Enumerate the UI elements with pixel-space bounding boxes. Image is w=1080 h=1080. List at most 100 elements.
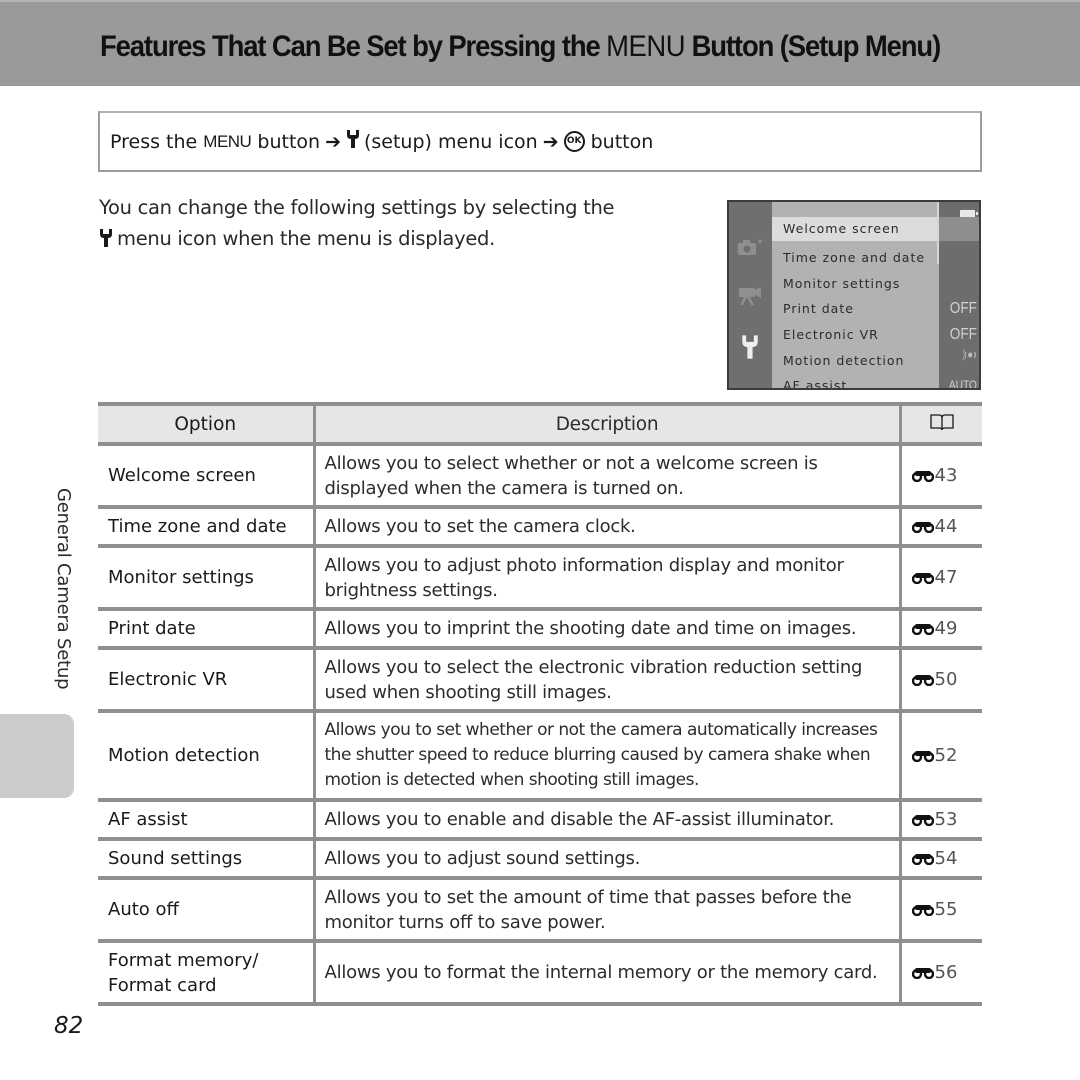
screen-menu-list: Welcome screen Time zone and date Monito… <box>772 202 939 388</box>
screen-value-af-assist: AUTO <box>948 378 977 390</box>
table-row: Sound settings Allows you to adjust soun… <box>98 837 982 880</box>
movie-icon <box>737 286 765 310</box>
option-name: AF assist <box>98 798 316 841</box>
option-name: Format memory/ Format card <box>98 939 316 1006</box>
wrench-icon <box>99 225 113 256</box>
section-side-label: General Camera Setup <box>53 488 74 690</box>
table-row: AF assist Allows you to enable and disab… <box>98 798 982 841</box>
option-description: Allows you to adjust sound settings. <box>314 837 902 880</box>
reference-page: 44 <box>934 515 958 537</box>
reference-page: 49 <box>934 617 958 639</box>
screen-menu-item: Electronic VR <box>783 327 879 342</box>
screen-menu-item: Time zone and date <box>783 250 926 265</box>
reference-page: 43 <box>934 464 958 486</box>
option-description: Allows you to set whether or not the cam… <box>314 709 902 802</box>
screen-value-print-date: OFF <box>949 300 977 317</box>
reference-cell: 43 <box>900 442 982 509</box>
page-title: Features That Can Be Set by Pressing the… <box>100 30 941 64</box>
reference-cell: 50 <box>900 646 982 713</box>
menu-button-label: MENU <box>203 131 252 151</box>
binoculars-icon <box>911 847 934 872</box>
reference-cell: 55 <box>900 876 982 943</box>
reference-cell: 47 <box>900 544 982 611</box>
binoculars-icon <box>911 566 934 591</box>
screen-menu-item: Motion detection <box>783 353 905 368</box>
option-name: Motion detection <box>98 709 316 802</box>
option-name: Auto off <box>98 876 316 943</box>
wrench-icon <box>741 334 759 364</box>
option-description: Allows you to adjust photo information d… <box>314 544 902 611</box>
option-name: Monitor settings <box>98 544 316 611</box>
table-row: Motion detection Allows you to set wheth… <box>98 709 982 802</box>
title-text-start: Features That Can Be Set by Pressing the <box>100 30 607 63</box>
screen-menu-item: Monitor settings <box>783 276 901 291</box>
screen-menu-tabs <box>729 202 772 388</box>
table-row: Monitor settings Allows you to adjust ph… <box>98 544 982 611</box>
reference-page: 54 <box>934 847 958 869</box>
screen-menu-item: AF assist <box>783 378 848 390</box>
procedure-press-the: Press the <box>110 130 198 153</box>
wrench-icon <box>346 130 360 153</box>
reference-cell: 54 <box>900 837 982 880</box>
option-description: Allows you to set the amount of time tha… <box>314 876 902 943</box>
intro-line-2-wrap: menu icon when the menu is displayed. <box>99 223 659 256</box>
binoculars-icon <box>911 464 934 489</box>
option-name: Print date <box>98 607 316 650</box>
binoculars-icon <box>911 961 934 986</box>
camera-icon <box>737 238 765 260</box>
option-description: Allows you to select the electronic vibr… <box>314 646 902 713</box>
binoculars-icon <box>911 668 934 693</box>
option-name: Time zone and date <box>98 505 316 548</box>
column-header-option: Option <box>98 402 316 446</box>
screen-value-electronic-vr: OFF <box>949 326 977 343</box>
reference-page: 56 <box>934 961 958 983</box>
screen-menu-item: Print date <box>783 301 854 316</box>
option-description: Allows you to select whether or not a we… <box>314 442 902 509</box>
intro-paragraph: You can change the following settings by… <box>99 192 659 256</box>
camera-screen-illustration: Welcome screen Time zone and date Monito… <box>727 200 981 390</box>
reference-cell: 49 <box>900 607 982 650</box>
binoculars-icon <box>911 617 934 642</box>
table-row: Welcome screen Allows you to select whet… <box>98 442 982 509</box>
table-row: Format memory/ Format card Allows you to… <box>98 939 982 1006</box>
screen-value-column: OFF OFF AUTO <box>939 202 979 390</box>
arrow-right-icon: ➔ <box>542 130 559 153</box>
binoculars-icon <box>911 808 934 833</box>
option-description: Allows you to enable and disable the AF-… <box>314 798 902 841</box>
screen-selection-highlight <box>939 217 979 241</box>
option-description: Allows you to format the internal memory… <box>314 939 902 1006</box>
column-header-description: Description <box>314 402 902 446</box>
table-row: Time zone and date Allows you to set the… <box>98 505 982 548</box>
title-bar: Features That Can Be Set by Pressing the… <box>0 0 1080 86</box>
reference-page: 55 <box>934 898 958 920</box>
option-description: Allows you to imprint the shooting date … <box>314 607 902 650</box>
option-name: Electronic VR <box>98 646 316 713</box>
setup-options-table: Option Description Welcome screen Allows… <box>98 402 982 1006</box>
title-text-end: Button (Setup Menu) <box>685 30 942 63</box>
binoculars-icon <box>911 515 934 540</box>
table-row: Auto off Allows you to set the amount of… <box>98 876 982 943</box>
table-row: Print date Allows you to imprint the sho… <box>98 607 982 650</box>
table-row: Electronic VR Allows you to select the e… <box>98 646 982 713</box>
motion-detection-icon <box>960 348 977 367</box>
procedure-button-text-2: button <box>590 130 654 153</box>
reference-page: 50 <box>934 668 958 690</box>
screen-menu-item: Welcome screen <box>772 217 939 241</box>
binoculars-icon <box>911 898 934 923</box>
procedure-button-text: button <box>257 130 321 153</box>
ok-button-icon: OK <box>563 131 585 152</box>
reference-page: 47 <box>934 566 958 588</box>
intro-line-1: You can change the following settings by… <box>99 196 615 219</box>
procedure-box: Press the MENU button ➔ (setup) menu ico… <box>98 111 982 172</box>
option-description: Allows you to set the camera clock. <box>314 505 902 548</box>
option-name: Welcome screen <box>98 442 316 509</box>
table-header-row: Option Description <box>98 402 982 446</box>
reference-page: 53 <box>934 808 958 830</box>
reference-cell: 56 <box>900 939 982 1006</box>
page-number: 82 <box>54 1013 84 1039</box>
reference-cell: 44 <box>900 505 982 548</box>
arrow-right-icon: ➔ <box>325 130 341 153</box>
reference-cell: 52 <box>900 709 982 802</box>
reference-cell: 53 <box>900 798 982 841</box>
section-thumb-tab <box>0 714 74 798</box>
